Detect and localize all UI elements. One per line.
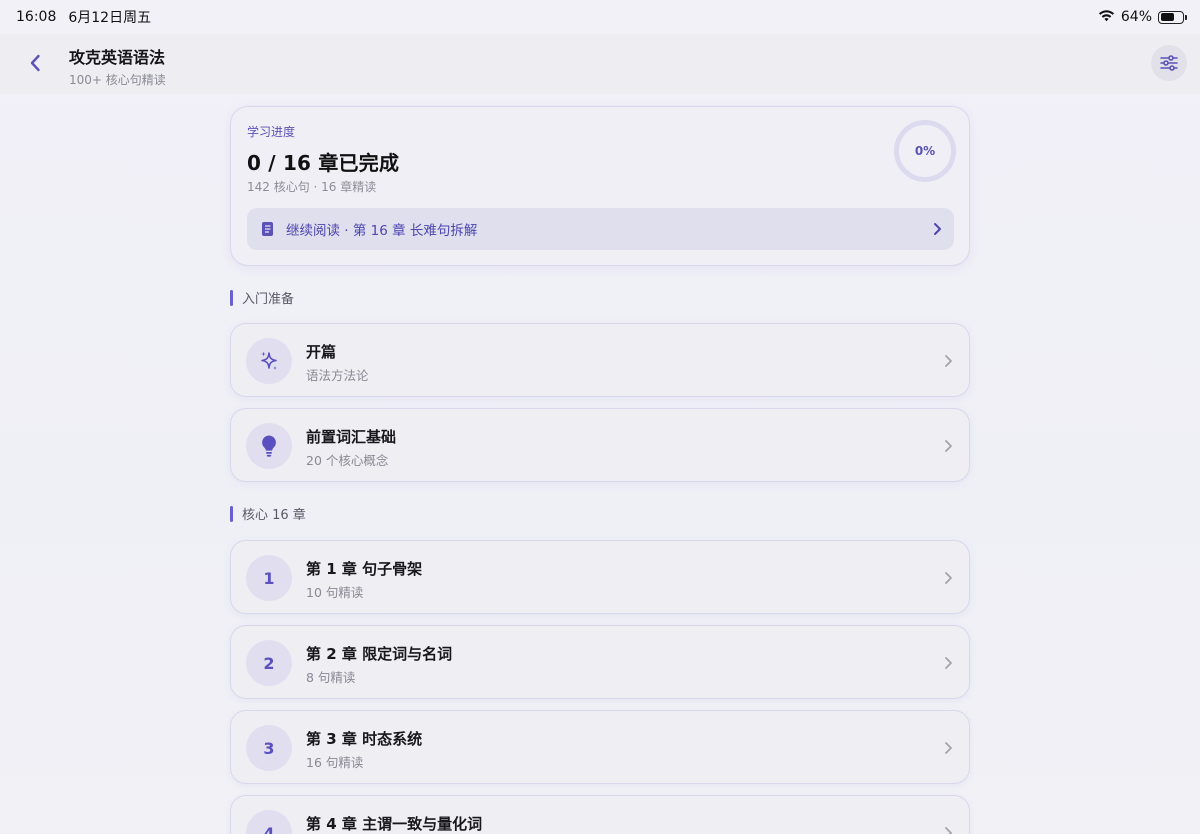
- list-item-title: 前置词汇基础: [306, 428, 397, 446]
- chevron-right-icon: [945, 657, 952, 669]
- page-title: 攻克英语语法: [69, 48, 166, 67]
- section-header-prep: 入门准备: [230, 288, 294, 307]
- battery-percent: 64%: [1120, 9, 1152, 25]
- page-subtitle: 100+ 核心句精读: [69, 73, 166, 87]
- app-screen: 16:08 6月12日周五 64% 攻克英语语法 100+ 核心句精读 学习进度…: [0, 0, 1200, 834]
- section-header-core: 核心 16 章: [230, 504, 306, 523]
- wifi-icon: [1098, 9, 1115, 26]
- chevron-right-icon: [945, 827, 952, 834]
- section-title: 入门准备: [242, 292, 295, 307]
- sliders-icon: [1160, 55, 1178, 71]
- sparkles-icon: [246, 338, 292, 384]
- back-button[interactable]: [22, 50, 48, 76]
- chevron-right-icon: [945, 355, 952, 367]
- book-icon: [262, 222, 273, 236]
- chapter-title: 第 1 章 句子骨架: [306, 560, 423, 578]
- chapter-title: 第 2 章 限定词与名词: [306, 645, 453, 663]
- list-item-subtitle: 20 个核心概念: [306, 453, 389, 468]
- status-bar: 16:08 6月12日周五 64%: [0, 0, 1200, 34]
- list-item-vocab-basics[interactable]: 前置词汇基础 20 个核心概念: [230, 408, 970, 482]
- chapter-subtitle: 10 句精读: [306, 585, 364, 600]
- chevron-right-icon: [934, 223, 941, 235]
- status-time: 16:08: [16, 9, 57, 25]
- nav-header: 攻克英语语法 100+ 核心句精读: [0, 34, 1200, 94]
- progress-label: 学习进度: [247, 125, 296, 139]
- chapter-number-badge: 1: [246, 555, 292, 601]
- chapter-subtitle: 16 句精读: [306, 755, 364, 770]
- chapter-number-badge: 3: [246, 725, 292, 771]
- section-accent-bar: [230, 289, 233, 306]
- progress-percent: 0%: [914, 144, 936, 158]
- chapter-title: 第 4 章 主谓一致与量化词: [306, 815, 483, 833]
- progress-meta: 142 核心句 · 16 章精读: [247, 180, 377, 194]
- chapter-item-3[interactable]: 3 第 3 章 时态系统 16 句精读: [230, 710, 970, 784]
- chapter-item-2[interactable]: 2 第 2 章 限定词与名词 8 句精读: [230, 625, 970, 699]
- battery-level: [1160, 13, 1174, 21]
- progress-card: 学习进度 0 / 16 章已完成 142 核心句 · 16 章精读 0% 继续阅…: [230, 106, 970, 266]
- chapter-subtitle: 8 句精读: [306, 670, 356, 685]
- battery-icon: [1158, 10, 1187, 24]
- chevron-left-icon: [30, 54, 40, 72]
- chevron-right-icon: [945, 572, 952, 584]
- lightbulb-icon: [246, 423, 292, 469]
- chapter-title: 第 3 章 时态系统: [306, 730, 423, 748]
- nav-titles: 攻克英语语法 100+ 核心句精读: [69, 44, 166, 88]
- status-date: 6月12日周五: [68, 10, 152, 26]
- chapter-item-4[interactable]: 4 第 4 章 主谓一致与量化词: [230, 795, 970, 834]
- chapter-number-badge: 2: [246, 640, 292, 686]
- list-item-intro[interactable]: 开篇 语法方法论: [230, 323, 970, 397]
- progress-title: 0 / 16 章已完成: [247, 151, 400, 175]
- progress-ring: 0%: [894, 120, 956, 182]
- chapter-item-1[interactable]: 1 第 1 章 句子骨架 10 句精读: [230, 540, 970, 614]
- status-left: 16:08 6月12日周五: [16, 7, 151, 27]
- status-right: 64%: [1098, 9, 1187, 26]
- chevron-right-icon: [945, 440, 952, 452]
- section-accent-bar: [230, 505, 233, 522]
- chapter-number-badge: 4: [246, 810, 292, 834]
- list-item-subtitle: 语法方法论: [306, 368, 369, 383]
- list-item-title: 开篇: [306, 343, 337, 361]
- continue-reading-button[interactable]: 继续阅读 · 第 16 章 长难句拆解: [247, 208, 954, 250]
- chevron-right-icon: [945, 742, 952, 754]
- settings-button[interactable]: [1151, 45, 1187, 81]
- section-title: 核心 16 章: [242, 508, 306, 523]
- continue-reading-text: 继续阅读 · 第 16 章 长难句拆解: [286, 223, 478, 239]
